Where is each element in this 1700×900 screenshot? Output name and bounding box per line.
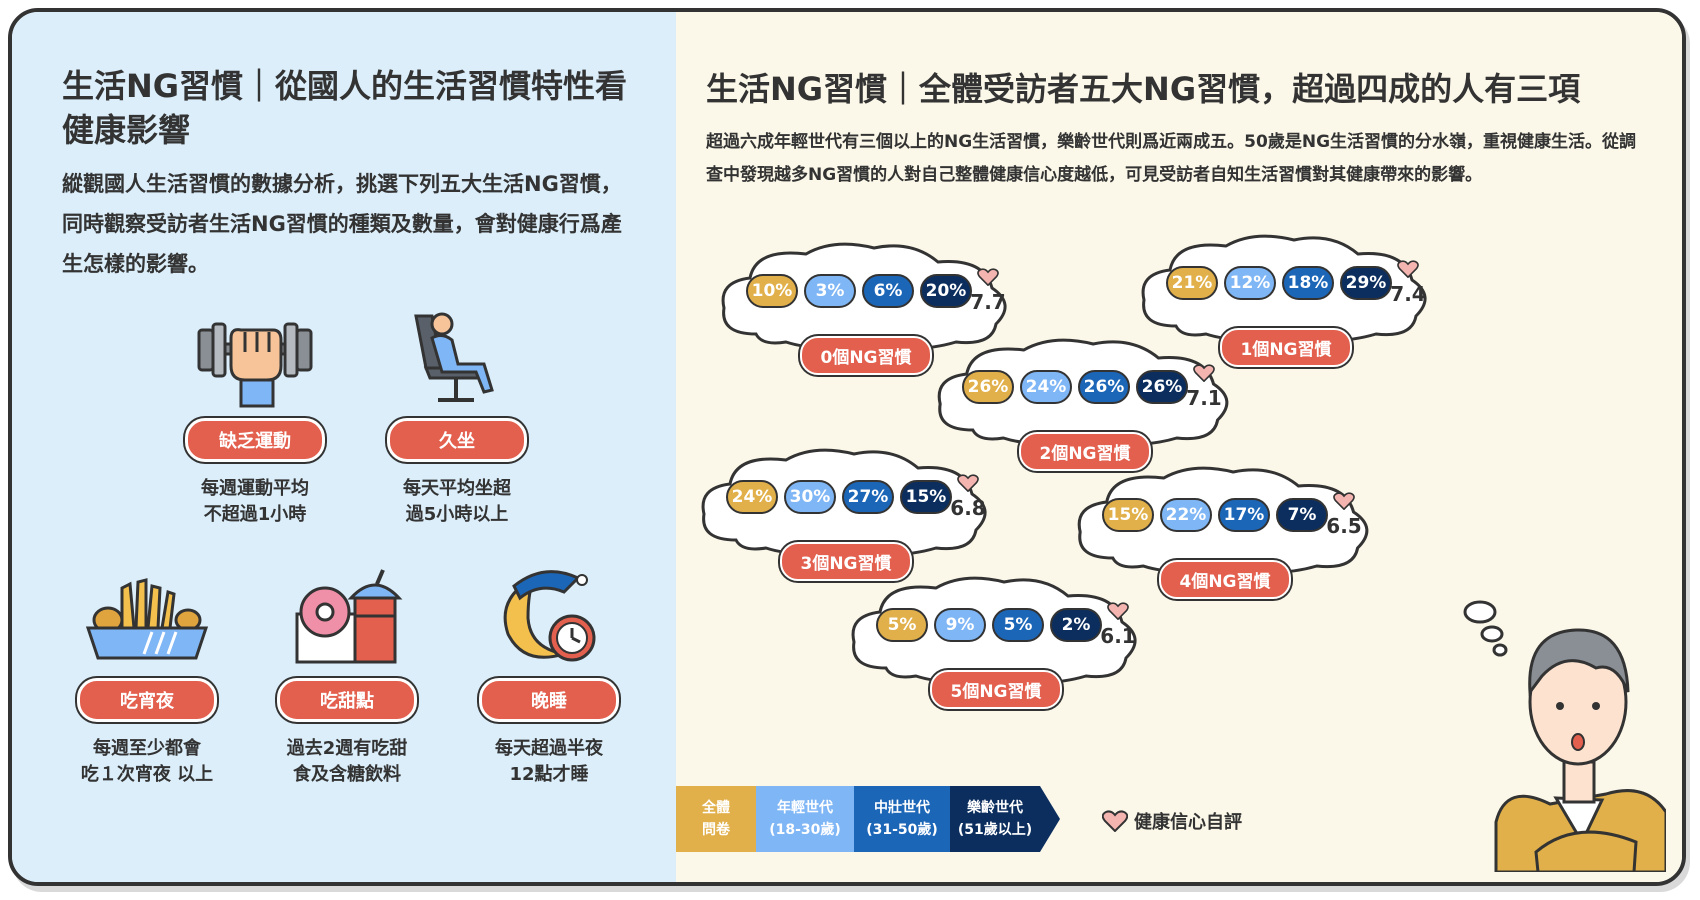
legend-item-overall: 全體 問卷 [676,786,756,852]
legend-item-senior: 樂齡世代 (51歲以上) [950,786,1040,852]
donut-drink-icon [295,569,403,664]
right-description: 超過六成年輕世代有三個以上的NG生活習慣，樂齡世代則爲近兩成五。50歲是NG生活… [706,132,1637,185]
dumbbell-fist-icon [197,322,313,408]
legend-heart: 健康信心自評 [1102,808,1242,834]
percentage-chip: 15% [900,480,952,514]
percentage-chip: 6% [862,274,914,308]
infographic-frame: 生活NG習慣｜從國人的生活習慣特性看健康影響 縱觀國人生活習慣的數據分析，挑選下… [8,8,1686,886]
health-score-value: 6.8 [950,496,986,520]
health-score-value: 7.7 [970,290,1006,314]
percentage-chip: 17% [1218,498,1270,532]
habit-desc: 每天平均坐超 過5小時以上 [403,478,511,525]
habit-no-exercise: 缺乏運動 每週運動平均 不超過1小時 [170,308,340,528]
habit-late-sleep: 晚睡 每天超過半夜 12點才睡 [464,568,634,788]
heart-icon [1107,602,1129,621]
legend-arrow-icon [1040,786,1060,852]
health-score-value: 6.5 [1326,514,1362,538]
habit-desc: 過去2週有吃甜 食及含糖飲料 [286,738,408,785]
heart-icon [1397,260,1419,279]
habit-desc: 每天超過半夜 12點才睡 [495,738,603,785]
ng-cloud: 24% 30% 27% 15% 6.8 3個NG習慣 [696,444,996,584]
percentage-chip: 26% [1078,370,1130,404]
ng-count-label: 5個NG習慣 [930,670,1062,709]
moon-clock-icon [503,570,596,662]
left-panel: 生活NG習慣｜從國人的生活習慣特性看健康影響 縱觀國人生活習慣的數據分析，挑選下… [12,12,676,882]
health-score-value: 6.1 [1100,624,1136,648]
habit-label: 吃甜點 [277,678,417,722]
percentage-chip: 24% [726,480,778,514]
heart-icon [977,268,999,287]
legend-item-middle: 中壯世代 (31-50歲) [854,786,950,852]
habit-desc: 每週運動平均 不超過1小時 [201,478,309,525]
legend: 全體 問卷 年輕世代 (18-30歲) 中壯世代 (31-50歲) 樂齡世代 (51歲以… [676,786,1060,852]
health-score-value: 7.1 [1186,386,1222,410]
percentage-chip: 26% [1136,370,1188,404]
right-title: 生活NG習慣｜全體受訪者五大NG習慣，超過四成的人有三項 [706,70,1581,108]
percentage-chip: 30% [784,480,836,514]
health-score: 7.7 [968,268,1008,314]
percentage-chip: 21% [1166,266,1218,300]
legend-item-young: 年輕世代 (18-30歲) [756,786,854,852]
habit-late-snack: 吃宵夜 每週至少都會 吃１次宵夜 以上 [62,568,232,788]
percentage-chip: 10% [746,274,798,308]
percentage-chip: 12% [1224,266,1276,300]
percentage-chip: 2% [1050,608,1102,642]
habit-sitting: 久坐 每天平均坐超 過5小時以上 [372,308,542,528]
health-score: 6.1 [1098,602,1138,648]
percentage-chip: 3% [804,274,856,308]
health-score: 7.4 [1388,260,1428,306]
percentage-chip: 27% [842,480,894,514]
left-description: 縱觀國人生活習慣的數據分析，挑選下列五大生活NG習慣，同時觀察受訪者生活NG習慣… [62,172,622,276]
heart-icon [957,474,979,493]
health-score: 6.8 [948,474,988,520]
heart-icon [1333,492,1355,511]
percentage-chip: 5% [876,608,928,642]
habit-desc: 每週至少都會 吃１次宵夜 以上 [80,738,214,785]
ng-count-label: 4個NG習慣 [1159,560,1291,599]
ng-count-label: 0個NG習慣 [800,336,932,375]
percentage-chip: 5% [992,608,1044,642]
habit-label: 吃宵夜 [77,678,217,722]
health-score: 7.1 [1184,364,1224,410]
heart-icon [1193,364,1215,383]
habit-label: 久坐 [387,418,527,462]
heart-icon [1102,810,1128,832]
health-score-value: 7.4 [1390,282,1426,306]
percentage-chip: 26% [962,370,1014,404]
sitting-person-icon [414,312,494,402]
fries-tray-icon [85,578,209,660]
health-score: 6.5 [1324,492,1364,538]
legend-heart-label: 健康信心自評 [1134,812,1242,833]
habit-label: 缺乏運動 [185,418,325,462]
right-panel: 生活NG習慣｜全體受訪者五大NG習慣，超過四成的人有三項 超過六成年輕世代有三個… [676,12,1682,882]
percentage-chip: 20% [920,274,972,308]
percentage-chip: 9% [934,608,986,642]
percentage-chip: 24% [1020,370,1072,404]
percentage-chip: 15% [1102,498,1154,532]
habit-dessert: 吃甜點 過去2週有吃甜 食及含糖飲料 [262,568,432,788]
percentage-chip: 22% [1160,498,1212,532]
left-title: 生活NG習慣｜從國人的生活習慣特性看健康影響 [62,67,628,149]
ng-cloud: 5% 9% 5% 2% 6.1 5個NG習慣 [846,572,1146,712]
percentage-chip: 7% [1276,498,1328,532]
habit-label: 晚睡 [479,678,619,722]
percentage-chip: 29% [1340,266,1392,300]
percentage-chip: 18% [1282,266,1334,300]
ng-count-label: 1個NG習慣 [1220,328,1352,367]
thinking-person-illustration [1463,600,1666,872]
